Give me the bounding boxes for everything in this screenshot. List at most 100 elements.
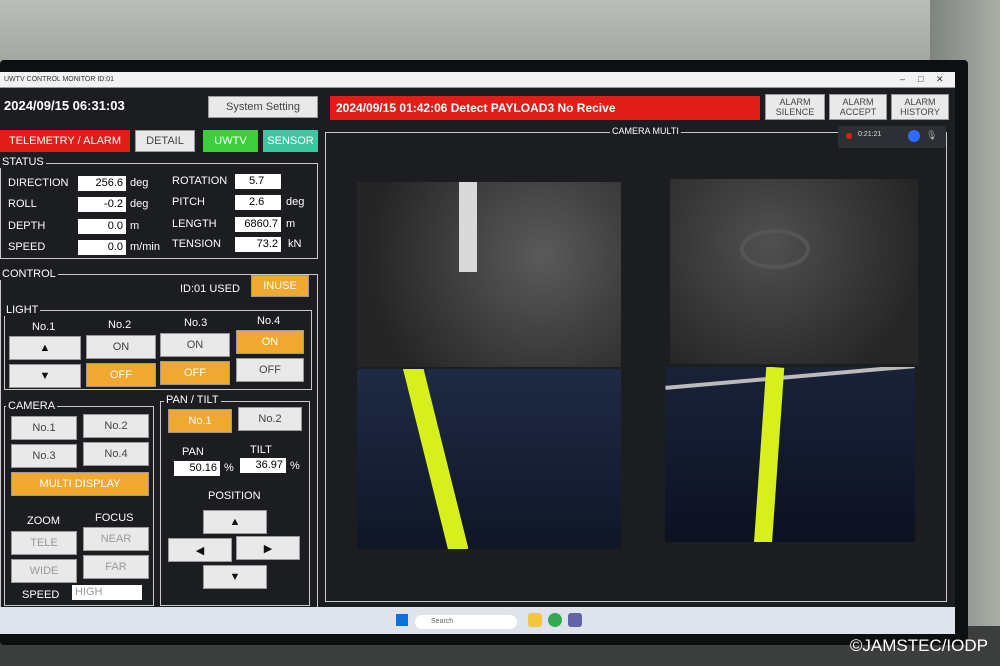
position-label: POSITION	[208, 490, 261, 502]
depth-value: 0.0	[78, 219, 126, 234]
light-title: LIGHT	[4, 304, 41, 316]
light-no4-label: No.4	[257, 315, 281, 327]
mic-icon[interactable]: 🎙	[926, 130, 937, 141]
pantilt-title: PAN / TILT	[164, 394, 221, 406]
alarm-message: 2024/09/15 01:42:06 Detect PAYLOAD3 No R…	[330, 96, 760, 120]
direction-value: 256.6	[78, 176, 126, 191]
light-no2-on-button[interactable]: ON	[86, 335, 156, 359]
stop-record-icon[interactable]	[908, 130, 920, 142]
pitch-value: 2.6	[235, 195, 281, 210]
tab-detail[interactable]: DETAIL	[135, 130, 195, 152]
tilt-value: 36.97	[240, 458, 286, 473]
tilt-label: TILT	[250, 444, 272, 456]
id-status: ID:01 USED	[180, 283, 240, 295]
recording-widget: 0:21:21 🎙	[838, 126, 946, 148]
pan-unit: %	[224, 462, 234, 474]
recording-time: 0:21:21	[858, 131, 882, 138]
depth-label: DEPTH	[8, 220, 46, 232]
light-no2-off-button[interactable]: OFF	[86, 363, 156, 387]
alarm-history-button[interactable]: ALARM HISTORY	[891, 94, 949, 120]
yellow-cable	[753, 367, 785, 542]
camera-feed-2	[670, 179, 918, 364]
pan-up-button[interactable]: ▲	[203, 510, 267, 534]
camera-no4-button[interactable]: No.4	[83, 442, 149, 466]
roll-value: -0.2	[78, 197, 126, 212]
light-no3-off-button[interactable]: OFF	[160, 361, 230, 385]
light-no3-label: No.3	[184, 317, 208, 329]
light-no4-off-button[interactable]: OFF	[236, 358, 304, 382]
start-icon[interactable]	[396, 614, 408, 626]
alarm-accept-button[interactable]: ALARM ACCEPT	[829, 94, 887, 120]
focus-label: FOCUS	[95, 512, 134, 524]
app-icon[interactable]	[568, 613, 582, 627]
focus-near-button[interactable]: NEAR	[83, 527, 149, 551]
length-label: LENGTH	[172, 218, 217, 230]
tension-unit: kN	[288, 238, 302, 250]
focus-far-button[interactable]: FAR	[83, 555, 149, 579]
camera-speed-select[interactable]: HIGH	[72, 585, 142, 600]
vehicle-part	[740, 229, 810, 269]
pan-value: 50.16	[174, 461, 220, 476]
camera-title: CAMERA	[6, 400, 58, 412]
control-title: CONTROL	[0, 268, 58, 280]
light-no1-label: No.1	[32, 321, 56, 333]
speed-value: 0.0	[78, 240, 126, 255]
length-value: 6860.7	[235, 217, 281, 232]
pan-left-button[interactable]: ◀	[168, 538, 232, 562]
pan-right-button[interactable]: ▶	[236, 536, 300, 560]
rotation-label: ROTATION	[172, 175, 228, 187]
length-unit: m	[286, 218, 296, 230]
current-datetime: 2024/09/15 06:31:03	[4, 98, 125, 113]
pan-down-button[interactable]: ▼	[203, 565, 267, 589]
system-setting-button[interactable]: System Setting	[208, 96, 318, 118]
tab-uwtv[interactable]: UWTV	[203, 130, 258, 152]
browser-icon[interactable]	[548, 613, 562, 627]
camera-feed-3	[357, 369, 621, 549]
pantilt-no1-button[interactable]: No.1	[168, 409, 232, 433]
camera-no3-button[interactable]: No.3	[11, 444, 77, 468]
light-up-button[interactable]: ▲	[9, 336, 81, 360]
tab-telemetry-alarm[interactable]: TELEMETRY / ALARM	[0, 130, 130, 152]
application-window: UWTV CONTROL MONITOR ID:01 – □ ✕ 2024/09…	[0, 72, 955, 634]
camera-feed-1	[357, 182, 621, 367]
pan-label: PAN	[182, 446, 204, 458]
direction-unit: deg	[130, 177, 149, 189]
maximize-icon[interactable]: □	[918, 74, 923, 84]
camera-no1-button[interactable]: No.1	[11, 416, 77, 440]
tilt-unit: %	[290, 460, 300, 472]
light-no3-on-button[interactable]: ON	[160, 333, 230, 357]
zoom-wide-button[interactable]: WIDE	[11, 559, 77, 583]
roll-unit: deg	[130, 198, 149, 210]
pitch-unit: deg	[286, 196, 305, 208]
vehicle-frame-bar	[459, 182, 477, 272]
zoom-tele-button[interactable]: TELE	[11, 531, 77, 555]
direction-label: DIRECTION	[8, 177, 69, 189]
tab-sensor[interactable]: SENSOR	[263, 130, 318, 152]
pantilt-no2-button[interactable]: No.2	[238, 407, 302, 431]
alarm-silence-button[interactable]: ALARM SILENCE	[765, 94, 825, 120]
yellow-cable	[403, 369, 469, 549]
light-no4-on-button[interactable]: ON	[236, 330, 304, 354]
window-title: UWTV CONTROL MONITOR ID:01	[4, 76, 115, 83]
inuse-button[interactable]: INUSE	[251, 275, 309, 297]
horizon-frame	[665, 367, 915, 390]
pitch-label: PITCH	[172, 196, 205, 208]
rotation-value: 5.7	[235, 174, 281, 189]
close-icon[interactable]: ✕	[936, 74, 944, 85]
depth-unit: m	[130, 220, 140, 232]
minimize-icon[interactable]: –	[900, 74, 905, 84]
roll-label: ROLL	[8, 198, 37, 210]
camera-multi-title: CAMERA MULTI	[610, 126, 681, 136]
file-explorer-icon[interactable]	[528, 613, 542, 627]
zoom-label: ZOOM	[27, 515, 60, 527]
multi-display-button[interactable]: MULTI DISPLAY	[11, 472, 149, 496]
camera-speed-label: SPEED	[22, 589, 60, 601]
light-no2-label: No.2	[108, 319, 132, 331]
camera-no2-button[interactable]: No.2	[83, 414, 149, 438]
speed-label: SPEED	[8, 241, 46, 253]
taskbar: Search	[0, 607, 955, 634]
tension-label: TENSION	[172, 238, 221, 250]
copyright-watermark: ©JAMSTEC/IODP	[849, 636, 988, 655]
taskbar-search[interactable]: Search	[415, 615, 517, 629]
light-down-button[interactable]: ▼	[9, 364, 81, 388]
